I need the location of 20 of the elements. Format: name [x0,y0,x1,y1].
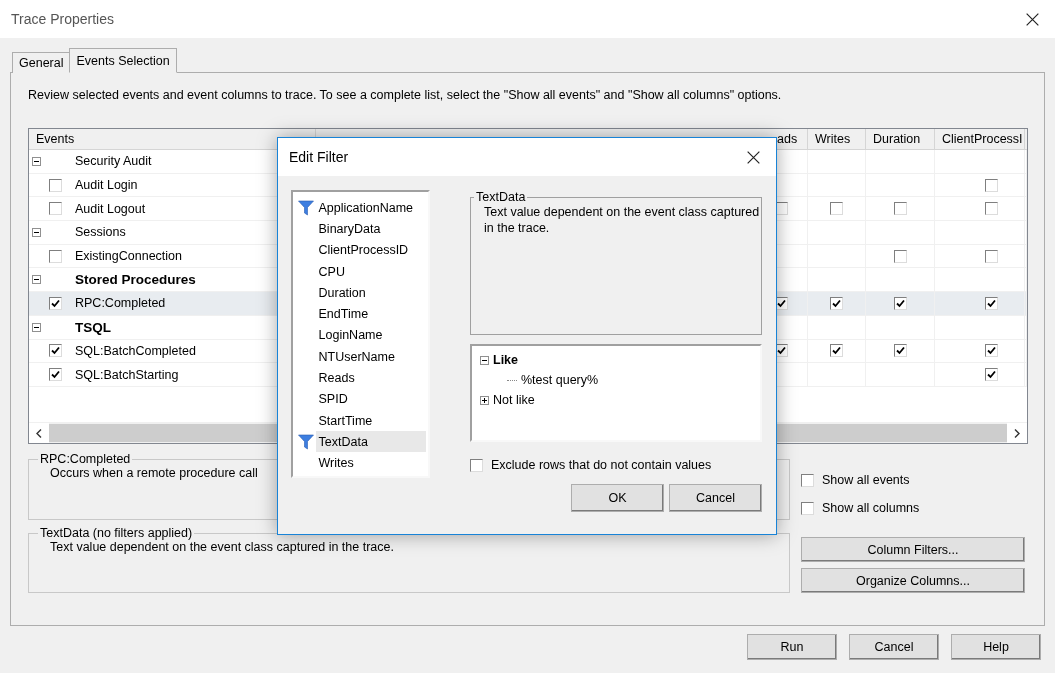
group-title: TextData (no filters applied) [39,526,194,540]
option-label: Show all events [822,473,910,487]
event-label: SQL:BatchStarting [75,367,179,382]
event-label: Audit Login [75,178,138,193]
option-label: Show all columns [822,501,920,515]
category-label: Stored Procedures [75,272,196,288]
instructions-text: Review selected events and event columns to trace. To see a complete list, select the "Show all events" and "Show all columns" options. [28,87,783,103]
dialog-title: Edit Filter [289,149,349,165]
category-label: Security Audit [75,154,152,169]
group-title: RPC:Completed [39,452,132,466]
window-title: Trace Properties [11,11,114,27]
event-label: ExistingConnection [75,249,182,264]
event-label: SQL:BatchCompleted [75,343,196,358]
event-label: RPC:Completed [75,296,166,311]
event-label: Audit Logout [75,201,146,216]
column-description-text: Text value dependent on the event class captured in the trace. [50,540,395,554]
category-label: Sessions [75,225,126,240]
event-description-text: Occurs when a remote procedure call [50,466,259,480]
category-label: TSQL [75,319,111,335]
option-label: Exclude rows that do not contain values [491,458,712,472]
